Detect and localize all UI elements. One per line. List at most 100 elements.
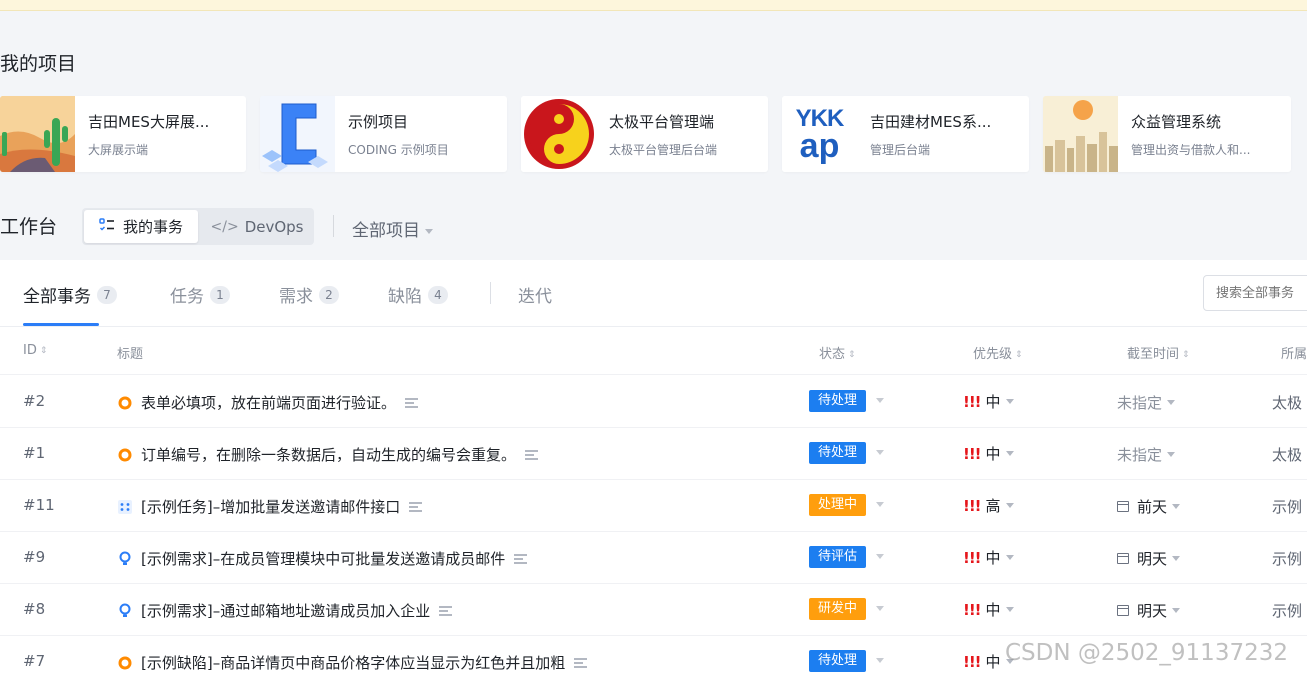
table-row[interactable]: #2 表单必填项，放在前端页面进行验证。 待处理 !!! 中 未指定 太极 xyxy=(0,376,1307,428)
row-owner: 太极 xyxy=(1272,394,1303,412)
row-title-text: [示例需求]–通过邮箱地址邀请成员加入企业 xyxy=(141,602,431,620)
row-id: #7 xyxy=(23,652,46,670)
row-title[interactable]: 表单必填项，放在前端页面进行验证。 xyxy=(117,392,419,413)
status-badge[interactable]: 待评估 xyxy=(809,546,867,568)
row-title[interactable]: [示例需求]–通过邮箱地址邀请成员加入企业 xyxy=(117,600,453,621)
row-id: #8 xyxy=(23,600,46,618)
status-chevron-down-icon[interactable] xyxy=(876,450,884,455)
project-name: 众益管理系统 xyxy=(1131,112,1222,131)
row-title[interactable]: 订单编号，在删除一条数据后，自动生成的编号会重复。 xyxy=(117,444,539,465)
due-date-dropdown[interactable]: 未指定 xyxy=(1117,392,1176,413)
column-header-priority[interactable]: 优先级 ⇕ xyxy=(973,343,1023,362)
row-title[interactable]: [示例缺陷]–商品详情页中商品价格字体应当显示为红色并且加粗 xyxy=(117,652,588,673)
status-chevron-down-icon[interactable] xyxy=(876,398,884,403)
tab-count-badge: 1 xyxy=(210,285,230,304)
sort-icon: ⇕ xyxy=(1182,349,1190,360)
defect-icon xyxy=(117,395,133,411)
all-projects-dropdown[interactable]: 全部项目 xyxy=(352,216,433,241)
project-card-taiji[interactable]: 太极平台管理端 太极平台管理后台端 xyxy=(521,96,768,172)
priority-dropdown[interactable]: !!! 中 xyxy=(963,547,1014,568)
description-icon xyxy=(514,552,528,566)
project-card-sample[interactable]: 示例项目 CODING 示例项目 xyxy=(260,96,507,172)
column-header-status[interactable]: 状态 ⇕ xyxy=(819,343,856,362)
tab-divider xyxy=(490,282,491,304)
status-badge[interactable]: 处理中 xyxy=(809,494,867,516)
table-row[interactable]: #11 [示例任务]–增加批量发送邀请邮件接口 处理中 !!! 高 前天 示例 xyxy=(0,480,1307,532)
priority-dropdown[interactable]: !!! 中 xyxy=(963,599,1014,620)
chevron-down-icon xyxy=(1167,400,1176,405)
chevron-down-icon xyxy=(1172,556,1181,561)
project-thumbnail-city xyxy=(1043,96,1118,172)
search-input[interactable] xyxy=(1203,275,1307,311)
due-label: 明天 xyxy=(1137,602,1168,620)
due-date-dropdown[interactable]: 前天 xyxy=(1117,496,1181,517)
affairs-tabs: 全部事务 7 任务 1 需求 2 缺陷 4 迭代 xyxy=(0,260,1307,327)
dropdown-label: 全部项目 xyxy=(352,221,420,241)
priority-dropdown[interactable]: !!! 中 xyxy=(963,443,1014,464)
tab-iterations[interactable]: 迭代 xyxy=(518,282,552,307)
tab-requirements[interactable]: 需求 2 xyxy=(279,282,339,307)
ykk-ap-logo-icon: YKK ap xyxy=(782,96,857,172)
tab-all-affairs[interactable]: 全部事务 7 xyxy=(23,282,117,307)
column-header-owner: 所属 xyxy=(1281,343,1307,362)
chevron-down-icon xyxy=(425,228,433,234)
active-tab-indicator xyxy=(23,323,99,326)
project-description: 管理出资与借款人和... xyxy=(1131,142,1251,157)
status-badge[interactable]: 待处理 xyxy=(809,442,867,464)
project-thumbnail-desert xyxy=(0,96,75,172)
status-chevron-down-icon[interactable] xyxy=(876,658,884,663)
segment-devops[interactable]: </> DevOps xyxy=(202,210,312,243)
table-row[interactable]: #1 订单编号，在删除一条数据后，自动生成的编号会重复。 待处理 !!! 中 未… xyxy=(0,428,1307,480)
column-label: 所属 xyxy=(1281,347,1307,362)
due-date-dropdown[interactable]: 明天 xyxy=(1117,548,1181,569)
priority-mark: !!! xyxy=(963,496,982,515)
priority-dropdown[interactable]: !!! 中 xyxy=(963,391,1014,412)
row-id: #9 xyxy=(23,548,46,566)
column-label: 优先级 xyxy=(973,347,1013,362)
chevron-down-icon xyxy=(1172,608,1181,613)
tab-label: 任务 xyxy=(170,287,204,307)
segment-my-affairs[interactable]: 我的事务 xyxy=(84,210,198,243)
due-date-dropdown[interactable]: 明天 xyxy=(1117,600,1181,621)
column-header-due[interactable]: 截至时间 ⇕ xyxy=(1127,343,1190,362)
calendar-icon xyxy=(1117,605,1129,616)
priority-icon: !!! xyxy=(963,496,982,515)
status-chevron-down-icon[interactable] xyxy=(876,606,884,611)
project-card-jitian-mes-screen[interactable]: 吉田MES大屏展... 大屏展示端 xyxy=(0,96,246,172)
tab-count-badge: 2 xyxy=(319,285,339,304)
segment-label: 我的事务 xyxy=(122,218,183,236)
description-icon xyxy=(409,500,423,514)
status-chevron-down-icon[interactable] xyxy=(876,502,884,507)
row-title[interactable]: [示例需求]–在成员管理模块中可批量发送邀请成员邮件 xyxy=(117,548,528,569)
taiji-logo-icon xyxy=(521,96,596,172)
table-row[interactable]: #8 [示例需求]–通过邮箱地址邀请成员加入企业 研发中 !!! 中 明天 示例 xyxy=(0,584,1307,636)
project-list: 吉田MES大屏展... 大屏展示端 示例项目 CODING 示例项目 太极平台管… xyxy=(0,96,1307,172)
row-id: #11 xyxy=(23,496,55,514)
due-label: 未指定 xyxy=(1117,446,1163,464)
description-icon xyxy=(405,396,419,410)
project-name: 吉田MES大屏展... xyxy=(88,112,210,131)
project-card-zhongyi[interactable]: 众益管理系统 管理出资与借款人和... xyxy=(1043,96,1291,172)
priority-mark: !!! xyxy=(963,652,982,671)
due-label: 未指定 xyxy=(1117,394,1163,412)
due-date-dropdown[interactable]: 未指定 xyxy=(1117,444,1176,465)
column-header-id[interactable]: ID ⇕ xyxy=(23,343,47,358)
tab-defects[interactable]: 缺陷 4 xyxy=(388,282,448,307)
workbench-title: 工作台 xyxy=(0,216,58,238)
table-row[interactable]: #9 [示例需求]–在成员管理模块中可批量发送邀请成员邮件 待评估 !!! 中 … xyxy=(0,532,1307,584)
description-icon xyxy=(439,604,453,618)
priority-mark: !!! xyxy=(963,548,982,567)
status-badge[interactable]: 待处理 xyxy=(809,650,867,672)
status-badge[interactable]: 待处理 xyxy=(809,390,867,412)
priority-icon: !!! xyxy=(963,652,982,671)
row-title[interactable]: [示例任务]–增加批量发送邀请邮件接口 xyxy=(117,496,423,517)
tab-count-badge: 7 xyxy=(97,285,117,304)
chevron-down-icon xyxy=(1005,503,1014,508)
project-description: 大屏展示端 xyxy=(88,142,149,157)
project-card-jitian-mes-system[interactable]: YKK ap 吉田建材MES系... 管理后台端 xyxy=(782,96,1029,172)
tab-tasks[interactable]: 任务 1 xyxy=(170,282,230,307)
status-badge[interactable]: 研发中 xyxy=(809,598,867,620)
sort-icon: ⇕ xyxy=(1015,349,1023,360)
status-chevron-down-icon[interactable] xyxy=(876,554,884,559)
priority-dropdown[interactable]: !!! 高 xyxy=(963,495,1014,516)
